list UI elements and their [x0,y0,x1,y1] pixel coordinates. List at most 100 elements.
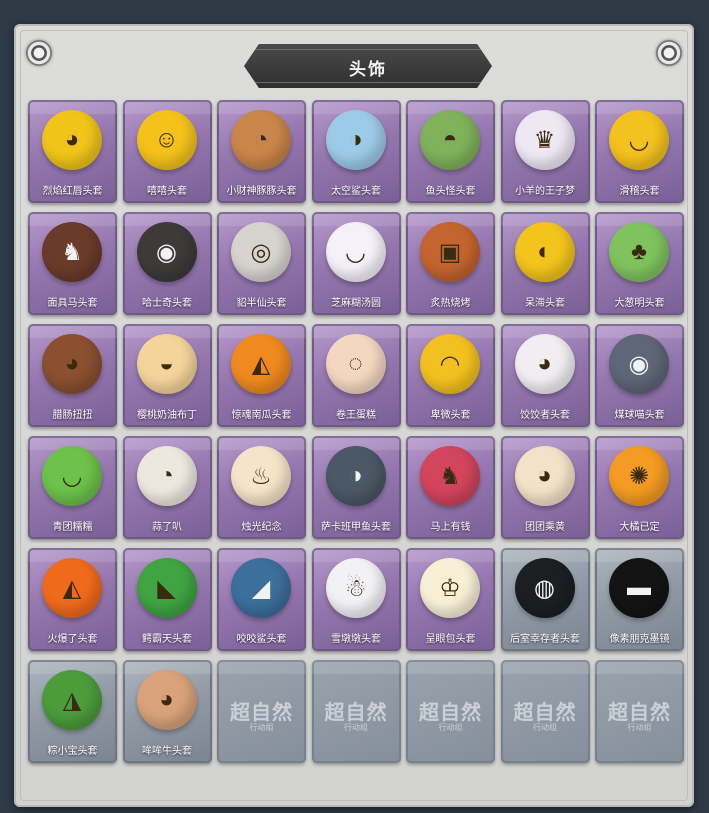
cow-icon: ◕ [136,670,197,730]
headwear-item[interactable]: ◣ 鳄霸天头套 [122,548,212,651]
item-label: 萨卡班甲鱼头套 [321,522,391,533]
headwear-item[interactable]: ◓ 鱼头怪头套 [406,100,495,203]
headwear-item[interactable]: ◔ 蒜了叭 [122,436,212,539]
headwear-item[interactable]: ◭ 火爆了头套 [28,548,117,651]
empty-slot: 超自然 行动组 [595,660,684,763]
cream-beast-icon: ◕ [514,446,575,506]
item-label: 呆滞头套 [525,298,565,309]
headwear-item[interactable]: ◑ 太空鲨头套 [311,100,401,203]
item-label: 蒜了叭 [152,522,182,533]
corner-ornament-icon [26,40,52,66]
slot-watermark-sub: 行动组 [344,723,368,732]
headwear-item[interactable]: ♞ 马上有钱 [406,436,495,539]
capybara-icon: ◔ [231,110,291,170]
item-label: 嘻嘻头套 [147,186,187,197]
smirk-face-icon: ◡ [609,110,669,170]
item-label: 滑稽头套 [619,186,660,197]
dazed-face-icon: ◐ [514,222,575,282]
item-label: 鳄霸天头套 [142,634,192,645]
headwear-item[interactable]: ◍ 后室幸存者头套 [500,548,590,651]
horse-icon: ♞ [42,222,102,282]
grin-face-icon: ☺ [136,110,197,170]
headwear-item[interactable]: ◢ 咬咬鲨头套 [217,548,306,651]
item-label: 太空鲨头套 [331,186,381,197]
slot-watermark-sub: 行动组 [533,723,557,732]
item-label: 面具马头套 [47,298,98,309]
item-label: 团团乘黄 [525,522,565,533]
headwear-item[interactable]: ▬ 像素朋克墨镜 [595,548,684,651]
biting-shark-icon: ◢ [231,558,291,618]
slot-watermark-sub: 行动组 [438,723,463,732]
headwear-item[interactable]: ◉ 煤球喵头套 [595,324,684,427]
garlic-icon: ◔ [136,446,197,506]
headwear-grid: ◕ 烈焰红唇头套 ☺ 嘻嘻头套 ◔ 小财神豚豚头套 ◑ 太空鲨头套 ◓ 鱼头怪头套 ♛ 小羊的王子梦 ◡… [28,100,684,763]
grilled-meat-icon: ▣ [420,222,480,282]
item-label: 小财神豚豚头套 [226,186,297,197]
item-label: 饺饺者头套 [520,410,570,421]
headwear-panel: 头饰 ◕ 烈焰红唇头套 ☺ 嘻嘻头套 ◔ 小财神豚豚头套 ◑ 太空鲨头套 ◓ 鱼头怪头套 ♛ 小羊的王… [14,24,694,807]
gas-mask-helmet-icon: ◍ [514,558,575,618]
item-label: 哞哞牛头套 [142,746,192,757]
slot-watermark: 超自然 [419,700,482,724]
item-label: 貂半仙头套 [236,298,287,309]
headwear-item[interactable]: ◠ 卑微头套 [406,324,495,427]
fish-head-icon: ◓ [420,110,480,170]
fish-icon: ◑ [325,446,386,506]
item-label: 哈士奇头套 [142,298,192,309]
headwear-item[interactable]: ◑ 萨卡班甲鱼头套 [311,436,401,539]
headwear-item[interactable]: ◮ 粽小宝头套 [28,660,117,763]
headwear-item[interactable]: ◌ 卷王蛋糕 [311,324,401,427]
slot-watermark: 超自然 [608,700,671,724]
headwear-item[interactable]: ◕ 哞哞牛头套 [122,660,212,763]
item-label: 大葱明头套 [614,298,665,309]
headwear-item[interactable]: ◡ 青团糯糯 [28,436,117,539]
item-label: 烛光纪念 [241,522,282,533]
headwear-item[interactable]: ☺ 嘻嘻头套 [122,100,212,203]
slot-watermark-sub: 行动组 [627,723,652,732]
item-label: 马上有钱 [430,522,471,533]
candle-icon: ♨ [231,446,291,506]
headwear-item[interactable]: ◉ 哈士奇头套 [122,212,212,315]
gray-cat-icon: ◉ [609,334,669,394]
headwear-item[interactable]: ◡ 滑稽头套 [595,100,684,203]
red-horse-icon: ♞ [420,446,480,506]
crocodile-icon: ◣ [136,558,197,618]
slot-watermark-sub: 行动组 [249,723,274,732]
pudding-icon: ◒ [136,334,197,394]
crowned-bulb-icon: ♔ [420,558,480,618]
headwear-item[interactable]: ◕ 烈焰红唇头套 [28,100,117,203]
pixel-sunglasses-icon: ▬ [609,558,669,618]
headwear-item[interactable]: ◭ 惊魂南瓜头套 [217,324,306,427]
headwear-item[interactable]: ◒ 樱桃奶油布丁 [122,324,212,427]
headwear-item[interactable]: ♨ 烛光纪念 [217,436,306,539]
headwear-item[interactable]: ◐ 呆滞头套 [500,212,590,315]
headwear-item[interactable]: ◔ 小财神豚豚头套 [217,100,306,203]
item-label: 樱桃奶油布丁 [137,410,197,421]
headwear-item[interactable]: ♞ 面具马头套 [28,212,117,315]
headwear-item[interactable]: ◡ 芝麻糊汤圆 [311,212,401,315]
headwear-item[interactable]: ◕ 饺饺者头套 [500,324,590,427]
zongzi-icon: ◮ [42,670,102,730]
headwear-item[interactable]: ◎ 貂半仙头套 [217,212,306,315]
green-bun-icon: ◡ [42,446,102,506]
headwear-item[interactable]: ☃ 雪墩墩头套 [311,548,401,651]
roll-cake-icon: ◌ [325,334,386,394]
headwear-item[interactable]: ✺ 大橘已定 [595,436,684,539]
fire-face-icon: ◭ [42,558,102,618]
sheep-crown-icon: ♛ [514,110,575,170]
headwear-item[interactable]: ◕ 腊肠扭扭 [28,324,117,427]
headwear-item[interactable]: ◕ 团团乘黄 [500,436,590,539]
headwear-item[interactable]: ▣ 炙热烧烤 [406,212,495,315]
empty-slot: 超自然 行动组 [217,660,306,763]
item-label: 小羊的王子梦 [515,186,575,197]
item-label: 咬咬鲨头套 [236,634,287,645]
headwear-item[interactable]: ♔ 呈眼包头套 [406,548,495,651]
item-label: 腊肠扭扭 [52,410,93,421]
headwear-item[interactable]: ♣ 大葱明头套 [595,212,684,315]
empty-slot: 超自然 行动组 [311,660,401,763]
item-label: 芝麻糊汤圆 [331,298,381,309]
headwear-item[interactable]: ♛ 小羊的王子梦 [500,100,590,203]
empty-slot: 超自然 行动组 [500,660,590,763]
item-label: 后室幸存者头套 [510,634,580,645]
corner-ornament-icon [656,40,682,66]
